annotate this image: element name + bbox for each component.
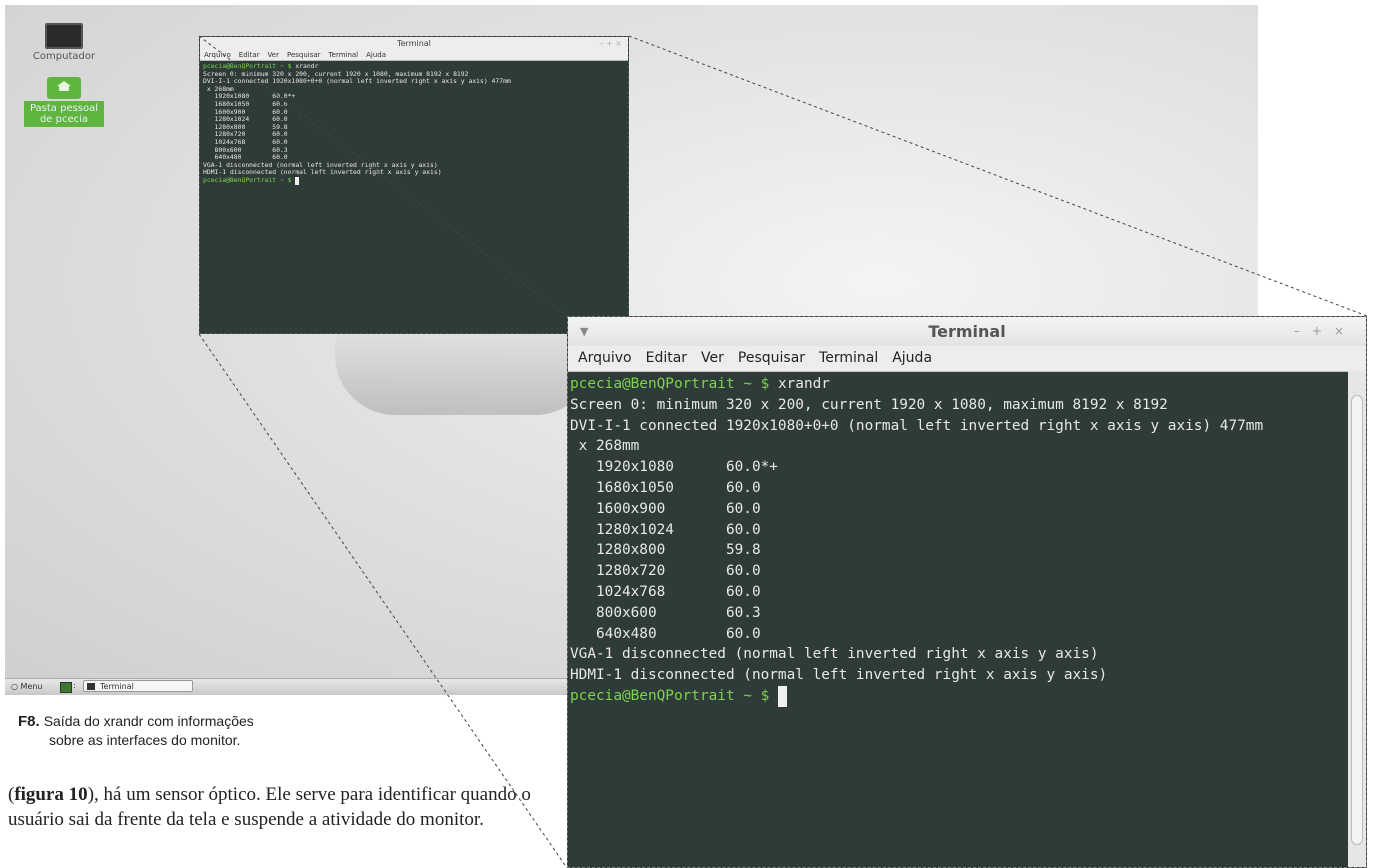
figure-label: F8. [18, 713, 40, 730]
output-line: VGA-1 disconnected (normal left inverted… [570, 646, 1099, 663]
figure-caption: F8. Saída do xrandr com informações sobre… [18, 712, 254, 749]
output-line: 1600x900 60.0 [570, 500, 761, 517]
minimize-icon[interactable]: – [1294, 324, 1312, 338]
scrollbar-thumb[interactable] [1351, 395, 1363, 845]
figure-reference: figura 10 [14, 784, 88, 805]
maximize-icon[interactable]: + [1312, 324, 1334, 338]
output-line: x 268mm [570, 438, 640, 455]
terminal-output: pcecia@BenQPortrait ~ $ xrandr Screen 0:… [568, 371, 1348, 707]
article-text: (figura 10), há um sensor óptico. Ele se… [8, 784, 531, 830]
menu-item-arquivo[interactable]: Arquivo [578, 350, 632, 366]
terminal-window-zoomed: ▼ Terminal –+× Arquivo Editar Ver Pesquisar… [567, 316, 1367, 868]
output-line: 1680x1050 60.0 [570, 479, 761, 496]
scrollbar[interactable] [1348, 371, 1366, 867]
menu-item-editar[interactable]: Editar [646, 350, 687, 366]
output-line: 800x600 60.3 [570, 604, 761, 621]
menu-item-ver[interactable]: Ver [701, 350, 724, 366]
window-menu-icon[interactable]: ▼ [580, 317, 588, 346]
caption-line: Saída do xrandr com informações [43, 713, 254, 729]
output-line: 1920x1080 60.0*+ [570, 459, 778, 476]
output-line: 1024x768 60.0 [570, 583, 761, 600]
output-line: DVI-I-1 connected 1920x1080+0+0 (normal … [570, 417, 1264, 434]
menu-item-terminal[interactable]: Terminal [819, 350, 878, 366]
output-line: 1280x1024 60.0 [570, 521, 761, 538]
menu-item-pesquisar[interactable]: Pesquisar [738, 350, 805, 366]
menubar: Arquivo Editar Ver Pesquisar Terminal Ajuda [568, 346, 1366, 372]
command: xrandr [777, 376, 830, 392]
prompt: pcecia@BenQPortrait ~ $ [570, 687, 770, 704]
menu-item-ajuda[interactable]: Ajuda [892, 350, 932, 366]
output-line: HDMI-1 disconnected (normal left inverte… [570, 667, 1108, 684]
output-line: 640x480 60.0 [570, 625, 761, 642]
output-line: 1280x800 59.8 [570, 542, 761, 559]
output-line: Screen 0: minimum 320 x 200, current 192… [570, 396, 1168, 413]
terminal-body[interactable]: pcecia@BenQPortrait ~ $ xrandr Screen 0:… [568, 371, 1348, 867]
window-titlebar: ▼ Terminal –+× [568, 317, 1366, 346]
output-line: 1280x720 60.0 [570, 563, 761, 580]
close-icon[interactable]: × [1334, 324, 1356, 338]
caption-line: sobre as interfaces do monitor. [49, 732, 241, 748]
text-cursor [777, 685, 787, 707]
window-title: Terminal [928, 322, 1006, 341]
prompt: pcecia@BenQPortrait ~ $ [570, 376, 770, 392]
window-controls[interactable]: –+× [1294, 317, 1356, 346]
